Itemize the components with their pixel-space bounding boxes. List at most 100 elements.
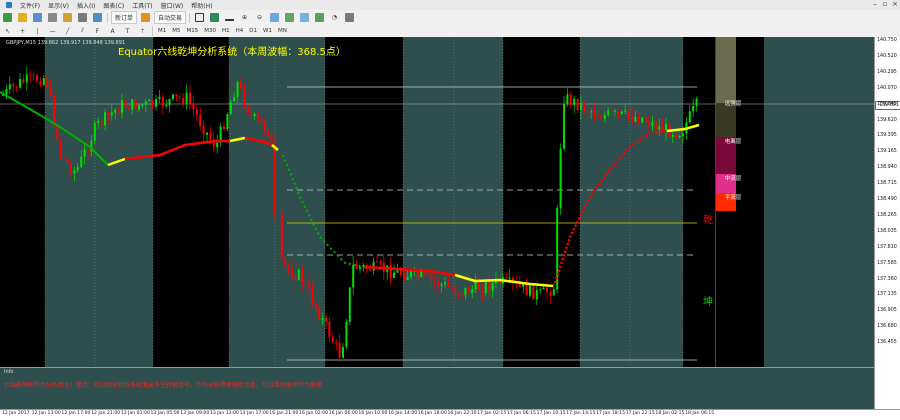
- menu-insert[interactable]: 插入(I): [73, 1, 99, 10]
- candle-body: [682, 133, 684, 136]
- timeframe-m1[interactable]: M1: [155, 28, 169, 34]
- candlestick-icon[interactable]: [208, 12, 221, 23]
- menu-charts[interactable]: 图表(C): [99, 1, 128, 10]
- auto-scroll-icon[interactable]: [283, 12, 296, 23]
- navigator-icon[interactable]: [61, 12, 74, 23]
- restore-icon[interactable]: ▫: [880, 0, 890, 9]
- vertical-line-icon[interactable]: |: [31, 26, 44, 37]
- candle-body: [308, 283, 310, 289]
- profiles-icon[interactable]: [16, 12, 29, 23]
- price-tick-label: 138.035: [877, 228, 897, 234]
- candle-body: [355, 264, 358, 269]
- arrows-icon[interactable]: ⇡: [136, 26, 149, 37]
- timeframe-m5[interactable]: M5: [169, 28, 183, 34]
- candle-body: [63, 158, 66, 160]
- label-icon[interactable]: T: [121, 26, 134, 37]
- data-window-icon[interactable]: [46, 12, 59, 23]
- price-tick-label: 137.360: [877, 276, 897, 282]
- equidistant-channel-icon[interactable]: ⫽: [76, 26, 89, 37]
- time-tick-label: 18 Jan 06:15: [685, 411, 715, 416]
- timeframe-m30[interactable]: M30: [201, 28, 219, 34]
- candle-body: [522, 284, 525, 287]
- candle-body: [15, 86, 18, 88]
- new-chart-icon[interactable]: [1, 12, 14, 23]
- candle-body: [478, 281, 480, 291]
- candle-body: [529, 284, 531, 296]
- menu-tools[interactable]: 工具(T): [128, 1, 156, 10]
- indicators-icon[interactable]: [313, 12, 326, 23]
- candle-body: [175, 94, 178, 97]
- chart-shift-icon[interactable]: [298, 12, 311, 23]
- price-axis[interactable]: 139.891 140.750 140.520 140.295 140.070 139.…: [874, 37, 900, 367]
- fibonacci-icon[interactable]: F: [91, 26, 104, 37]
- candle-body: [586, 110, 589, 112]
- time-tick-label: 17 Jan 18:15: [596, 411, 626, 416]
- candle-body: [297, 269, 300, 280]
- candle-body: [549, 292, 552, 296]
- candle-body: [410, 271, 412, 277]
- cursor-icon[interactable]: ↖: [1, 26, 14, 37]
- menu-view[interactable]: 显示(V): [44, 1, 73, 10]
- price-tick-label: 138.265: [877, 212, 897, 218]
- price-tick-label: 140.070: [877, 85, 897, 91]
- tile-windows-icon[interactable]: [268, 12, 281, 23]
- timeframe-w1[interactable]: W1: [260, 28, 275, 34]
- time-tick-label: 17 Jan 02:15: [477, 411, 507, 416]
- templates-icon[interactable]: [343, 12, 356, 23]
- candle-body: [134, 99, 137, 110]
- timeframe-h1[interactable]: H1: [219, 28, 233, 34]
- strategy-tester-icon[interactable]: [91, 12, 104, 23]
- session-band: [325, 37, 403, 367]
- close-icon[interactable]: ×: [890, 0, 900, 9]
- candle-body: [590, 111, 593, 113]
- timeframe-d1[interactable]: D1: [246, 28, 260, 34]
- candle-body: [66, 159, 69, 163]
- candle-body: [403, 274, 406, 280]
- bar-chart-icon[interactable]: [193, 12, 206, 23]
- menu-file[interactable]: 文件(F): [16, 1, 44, 10]
- candle-body: [93, 123, 96, 141]
- candle-body: [22, 79, 25, 83]
- chart-canvas[interactable]: [0, 37, 874, 367]
- candle-body: [569, 94, 572, 105]
- price-tick-label: 139.395: [877, 133, 897, 139]
- candle-body: [32, 74, 35, 76]
- zoom-out-icon[interactable]: ⊖: [253, 12, 266, 23]
- timeframe-m15[interactable]: M15: [184, 28, 202, 34]
- periods-icon[interactable]: ◔: [328, 12, 341, 23]
- horizontal-line-icon[interactable]: —: [46, 26, 59, 37]
- time-tick-label: 16 Jan 02:00: [299, 411, 329, 416]
- price-tick-label: 139.845: [877, 101, 897, 107]
- time-axis[interactable]: 12 Jan 2017 12 Jan 13:00 12 Jan 17:00 12 Ja…: [0, 409, 900, 420]
- timeframe-h4[interactable]: H4: [233, 28, 247, 34]
- session-band: [503, 37, 580, 367]
- terminal-icon[interactable]: [76, 12, 89, 23]
- minimize-icon[interactable]: –: [870, 0, 880, 9]
- menu-help[interactable]: 帮助(H): [187, 1, 216, 10]
- price-tick-label: 137.585: [877, 260, 897, 266]
- time-tick-label: 12 Jan 13:00: [31, 411, 61, 416]
- trendline-icon[interactable]: ╱: [61, 26, 74, 37]
- candle-body: [372, 261, 375, 271]
- price-chart[interactable]: GBPJPY,M15 139.862 139.917 139.848 139.8…: [0, 37, 900, 367]
- line-chart-icon[interactable]: [223, 12, 236, 23]
- text-icon[interactable]: A: [106, 26, 119, 37]
- meta-editor-icon[interactable]: [139, 12, 152, 23]
- menu-window[interactable]: 窗口(W): [157, 1, 188, 10]
- candle-body: [328, 321, 331, 338]
- market-watch-icon[interactable]: [31, 12, 44, 23]
- auto-trading-button[interactable]: 自动交易: [154, 11, 187, 24]
- time-tick-label: 12 Jan 17:00: [61, 411, 91, 416]
- crosshair-icon[interactable]: +: [16, 26, 29, 37]
- new-order-button[interactable]: 新订单: [111, 11, 138, 24]
- toolbar-divider: [189, 12, 191, 23]
- zoom-in-icon[interactable]: ⊕: [238, 12, 251, 23]
- candle-body: [627, 110, 630, 117]
- candle-body: [651, 121, 654, 126]
- info-subwindow[interactable]: Info 六线乾坤图作为分析后台！提示：经过相对均线系统发出多空转换信号，作为分…: [0, 367, 874, 410]
- candle-body: [406, 276, 409, 280]
- zone-label: 电离层: [724, 139, 742, 145]
- candle-body: [671, 134, 674, 138]
- timeframe-mn[interactable]: MN: [275, 28, 290, 34]
- candle-body: [73, 170, 76, 174]
